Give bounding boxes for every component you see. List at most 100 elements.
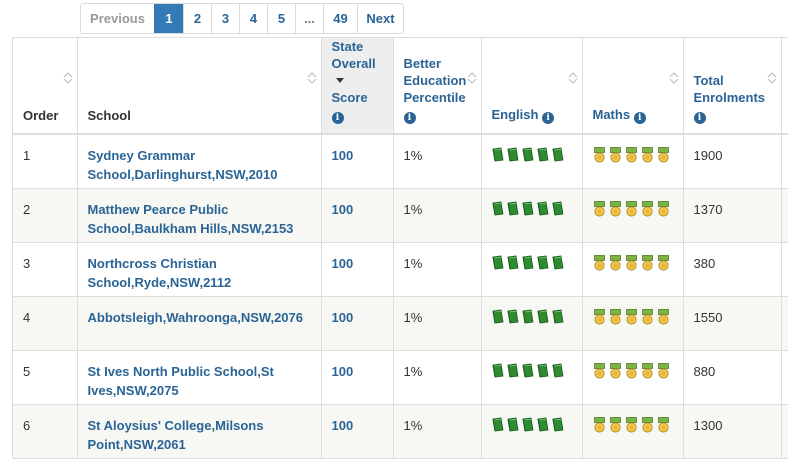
- school-link[interactable]: Northcross Christian School,Ryde,NSW,2112: [88, 256, 232, 290]
- extra-cell: [781, 188, 788, 243]
- green-book-icon: [492, 201, 504, 221]
- gold-medal-icon: [625, 308, 638, 330]
- green-book-icon: [522, 255, 534, 275]
- school-name-line-2: Point,NSW,2061: [87, 436, 186, 452]
- gold-medal-icon: [657, 147, 670, 168]
- info-icon[interactable]: i: [542, 112, 555, 124]
- school-header-label: School: [87, 108, 131, 123]
- school-name-line-2: School,Ryde,NSW,2112: [87, 274, 232, 290]
- enrolments-cell: 1550: [683, 296, 782, 351]
- info-icon[interactable]: i: [331, 112, 344, 124]
- green-book-icon: [552, 147, 564, 167]
- enrolments-cell: 1300: [683, 404, 782, 459]
- gold-medal-icon: [625, 147, 638, 168]
- gold-medal-icon: [641, 416, 654, 438]
- maths-rating-cell: [582, 404, 684, 459]
- gold-medal-icon: [625, 416, 638, 438]
- column-header-enrolments[interactable]: Total Enrolments i: [683, 38, 782, 135]
- gold-medal-icon: [657, 254, 670, 276]
- enrolments-header-line-2: Enrolments: [693, 90, 766, 105]
- page-4-button[interactable]: 4: [239, 4, 267, 33]
- school-name-line-2: School,Baulkham Hills,NSW,2153: [87, 220, 294, 236]
- pagination: Previous 1 2 3 4 5 ... 49 Next: [80, 3, 404, 34]
- sort-arrows-icon: [307, 72, 316, 84]
- english-rating-cell: [481, 404, 583, 459]
- school-cell: Matthew Pearce Public School,Baulkham Hil…: [77, 188, 322, 243]
- gold-medal-icon: [641, 308, 654, 330]
- school-cell: Sydney Grammar School,Darlinghurst,NSW,20…: [77, 134, 322, 189]
- green-book-icon: [507, 147, 519, 167]
- info-icon[interactable]: i: [403, 112, 416, 124]
- green-book-icon: [552, 255, 564, 275]
- order-cell: 6: [13, 404, 78, 459]
- green-book-icon: [537, 255, 549, 275]
- extra-cell: [781, 242, 788, 297]
- gold-medal-icon: [641, 147, 654, 168]
- green-book-icon: [522, 363, 534, 383]
- percentile-cell: 1%: [393, 242, 482, 297]
- school-link[interactable]: Sydney Grammar School,Darlinghurst,NSW,20…: [88, 148, 278, 182]
- info-icon[interactable]: i: [693, 112, 706, 124]
- state-score-cell: 100: [321, 134, 394, 189]
- page-5-button[interactable]: 5: [267, 4, 295, 33]
- column-header-better-education[interactable]: Better Education Percentile i: [393, 38, 482, 135]
- better-edu-header-line-3: Percentile: [403, 90, 466, 105]
- school-link[interactable]: Matthew Pearce Public School,Baulkham Hil…: [88, 202, 294, 236]
- school-link[interactable]: St Ives North Public School,St Ives,NSW,2…: [88, 364, 274, 398]
- order-cell: 2: [13, 188, 78, 243]
- state-score-cell: 100: [321, 350, 394, 405]
- enrolments-cell: 1900: [683, 134, 782, 189]
- enrolments-cell: 880: [683, 350, 782, 405]
- table-row: 4 Abbotsleigh,Wahroonga,NSW,2076 100 1% 1550: [13, 296, 788, 351]
- gold-medal-icon: [609, 147, 622, 168]
- green-book-icon: [492, 147, 504, 167]
- enrolments-cell: 1370: [683, 188, 782, 243]
- column-header-school[interactable]: School: [77, 38, 322, 135]
- gold-medal-icon: [641, 254, 654, 276]
- column-header-state-score[interactable]: State Overall Score i: [321, 38, 394, 135]
- school-name-line-1: St Aloysius' College,Milsons: [87, 417, 264, 433]
- column-header-maths[interactable]: Maths i: [582, 38, 684, 135]
- school-name-line-1: St Ives North Public School,St: [87, 363, 274, 379]
- pagination-ellipsis: ...: [295, 4, 323, 33]
- green-book-icon: [507, 201, 519, 221]
- gold-medal-icon: [609, 200, 622, 222]
- gold-medal-icon: [625, 200, 638, 222]
- school-cell: St Ives North Public School,St Ives,NSW,2…: [77, 350, 322, 405]
- school-name-line-1: Sydney Grammar: [87, 148, 196, 163]
- gold-medal-icon: [593, 416, 606, 438]
- column-header-order[interactable]: Order: [13, 38, 78, 135]
- gold-medal-icon: [593, 254, 606, 276]
- school-name-line-2: Ives,NSW,2075: [87, 382, 179, 398]
- gold-medal-icon: [593, 200, 606, 222]
- order-cell: 4: [13, 296, 78, 351]
- percentile-cell: 1%: [393, 404, 482, 459]
- gold-medal-icon: [657, 308, 670, 330]
- green-book-icon: [522, 147, 534, 167]
- page-49-button[interactable]: 49: [323, 4, 357, 33]
- school-link[interactable]: Abbotsleigh,Wahroonga,NSW,2076: [88, 310, 303, 325]
- english-rating-cell: [481, 188, 583, 243]
- page-3-button[interactable]: 3: [211, 4, 239, 33]
- school-link[interactable]: St Aloysius' College,Milsons Point,NSW,20…: [88, 418, 264, 452]
- info-icon[interactable]: i: [633, 112, 646, 124]
- previous-page-button[interactable]: Previous: [81, 4, 154, 33]
- page-2-button[interactable]: 2: [183, 4, 211, 33]
- extra-cell: [781, 296, 788, 351]
- extra-cell: [781, 404, 788, 459]
- page-1-button[interactable]: 1: [154, 4, 183, 33]
- column-header-english[interactable]: English i: [481, 38, 583, 135]
- order-cell: 3: [13, 242, 78, 297]
- green-book-icon: [522, 201, 534, 221]
- table-row: 3 Northcross Christian School,Ryde,NSW,211…: [13, 242, 788, 297]
- english-header-label: English: [491, 107, 539, 122]
- table-row: 2 Matthew Pearce Public School,Baulkham Hi…: [13, 188, 788, 243]
- gold-medal-icon: [625, 362, 638, 384]
- extra-cell: [781, 350, 788, 405]
- green-book-icon: [507, 309, 519, 329]
- enrolments-header-line-1: Total: [693, 73, 724, 88]
- state-score-cell: 100: [321, 242, 394, 297]
- next-page-button[interactable]: Next: [357, 4, 403, 33]
- english-rating-cell: [481, 242, 583, 297]
- school-ranking-table: Order School State Overall Score i Bette…: [12, 37, 788, 459]
